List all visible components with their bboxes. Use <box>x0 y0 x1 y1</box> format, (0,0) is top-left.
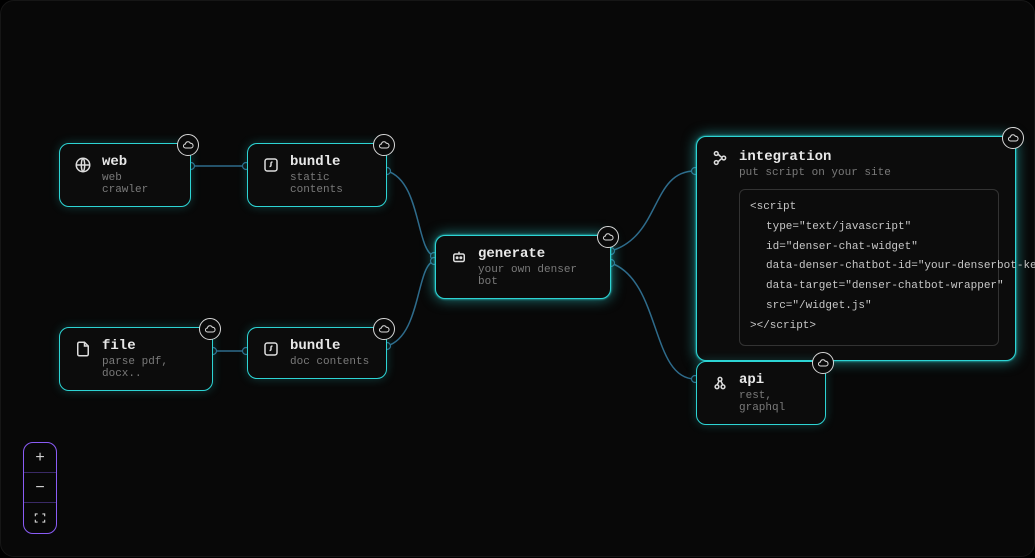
cloud-icon <box>199 318 221 340</box>
flow-canvas[interactable]: web web crawler bundle static contents f… <box>0 0 1035 557</box>
node-title: integration <box>739 149 999 165</box>
cloud-icon <box>812 352 834 374</box>
node-title: file <box>102 338 196 354</box>
node-title: api <box>739 372 809 388</box>
node-api[interactable]: api rest, graphql <box>696 361 826 425</box>
integration-code: <script type="text/javascript"id="denser… <box>739 189 999 346</box>
node-title: web <box>102 154 174 170</box>
bot-icon <box>450 248 468 266</box>
node-sub: rest, graphql <box>739 390 809 414</box>
cloud-icon <box>597 226 619 248</box>
node-sub: static contents <box>290 172 370 196</box>
node-title: generate <box>478 246 594 262</box>
cloud-icon <box>373 318 395 340</box>
cloud-icon <box>177 134 199 156</box>
node-sub: parse pdf, docx.. <box>102 356 196 380</box>
node-sub: put script on your site <box>739 167 999 179</box>
node-bundle-doc[interactable]: bundle doc contents <box>247 327 387 379</box>
node-generate[interactable]: generate your own denser bot <box>435 235 611 299</box>
node-title: bundle <box>290 154 370 170</box>
node-integration[interactable]: integration put script on your site <scr… <box>696 136 1016 361</box>
node-title: bundle <box>290 338 370 354</box>
zoom-out-button[interactable]: − <box>24 473 56 503</box>
fullscreen-icon <box>33 511 47 525</box>
fullscreen-button[interactable] <box>24 503 56 533</box>
node-sub: your own denser bot <box>478 264 594 288</box>
function-icon <box>262 156 280 174</box>
node-web[interactable]: web web crawler <box>59 143 191 207</box>
function-icon <box>262 340 280 358</box>
file-icon <box>74 340 92 358</box>
merge-icon <box>711 149 729 167</box>
node-bundle-static[interactable]: bundle static contents <box>247 143 387 207</box>
webhook-icon <box>711 374 729 392</box>
zoom-in-button[interactable]: + <box>24 443 56 473</box>
cloud-icon <box>1002 127 1024 149</box>
zoom-controls: + − <box>23 442 57 534</box>
node-sub: doc contents <box>290 356 370 368</box>
node-file[interactable]: file parse pdf, docx.. <box>59 327 213 391</box>
node-sub: web crawler <box>102 172 174 196</box>
globe-icon <box>74 156 92 174</box>
cloud-icon <box>373 134 395 156</box>
